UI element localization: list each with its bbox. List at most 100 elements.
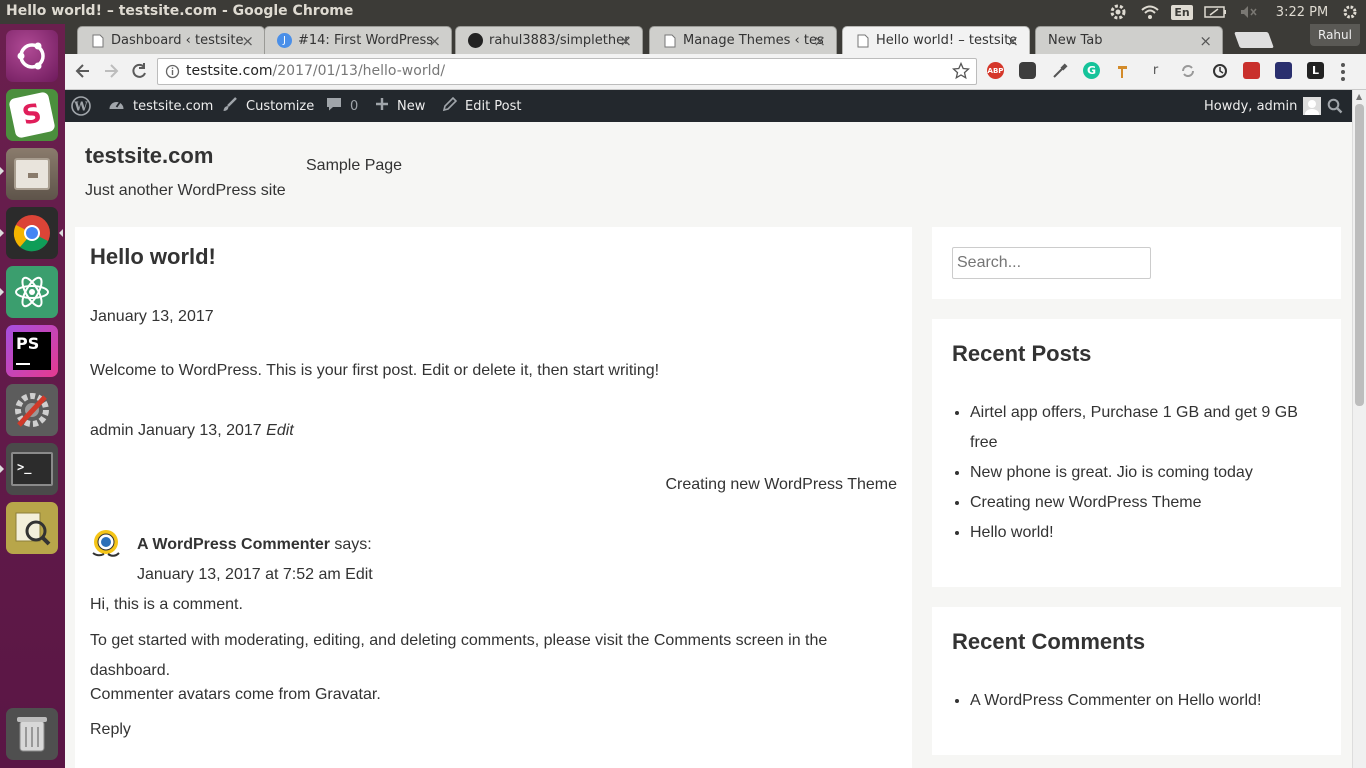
- eyedropper-icon[interactable]: [1051, 62, 1068, 79]
- comment-edit-link[interactable]: Edit: [345, 566, 373, 583]
- profile-button[interactable]: Rahul: [1310, 24, 1360, 46]
- adminbar-comments[interactable]: 0: [326, 90, 358, 122]
- close-icon[interactable]: ×: [428, 32, 441, 50]
- slack-icon[interactable]: S: [6, 89, 58, 141]
- comment-line-2: To get started with moderating, editing,…: [90, 632, 828, 679]
- svg-text:W: W: [73, 100, 88, 114]
- tools-icon[interactable]: [1115, 62, 1132, 79]
- clock-extension-icon[interactable]: [1211, 62, 1228, 79]
- back-icon[interactable]: [73, 61, 93, 85]
- forward-icon[interactable]: [101, 61, 121, 85]
- comment-says: says:: [334, 536, 372, 553]
- chrome-toolbar: testsite.com/2017/01/13/hello-world/ ABP…: [65, 54, 1366, 90]
- recent-post-item[interactable]: Hello world!: [970, 518, 1310, 548]
- comment-meta: January 13, 2017 at 7:52 am Edit: [137, 566, 373, 584]
- system-settings-icon[interactable]: [6, 384, 58, 436]
- window-title: Hello world! – testsite.com - Google Chr…: [6, 3, 354, 19]
- adminbar-search-icon[interactable]: [1327, 90, 1343, 122]
- ubuntu-icon[interactable]: [6, 30, 58, 82]
- chrome-menu-icon[interactable]: [1341, 63, 1345, 81]
- page-scrollbar[interactable]: ▲: [1352, 90, 1366, 768]
- nav-sample-page[interactable]: Sample Page: [306, 157, 402, 175]
- recent-comment-author[interactable]: A WordPress Commenter: [970, 692, 1151, 709]
- adblock-plus-icon[interactable]: ABP: [987, 62, 1004, 79]
- l-extension-icon[interactable]: L: [1307, 62, 1324, 79]
- main-content: Hello world! January 13, 2017 Welcome to…: [75, 227, 912, 768]
- recent-comment-post[interactable]: Hello world!: [1178, 692, 1262, 709]
- post-meta-date[interactable]: January 13, 2017: [138, 422, 262, 439]
- bookmark-star-icon[interactable]: [951, 61, 971, 84]
- brush-icon: [222, 96, 238, 116]
- red-bookmark-icon[interactable]: [1243, 62, 1260, 79]
- tab-manage-themes[interactable]: Manage Themes ‹ testsite ×: [649, 26, 837, 54]
- close-icon[interactable]: ×: [1199, 32, 1212, 50]
- next-post-link[interactable]: Creating new WordPress Theme: [665, 476, 897, 494]
- recent-post-item[interactable]: Creating new WordPress Theme: [970, 488, 1310, 518]
- close-icon[interactable]: ×: [619, 32, 632, 50]
- dashboard-gauge-icon: [108, 97, 125, 116]
- page-content: W testsite.com Customize 0 New Edit Post…: [65, 90, 1352, 768]
- tab-dashboard[interactable]: Dashboard ‹ testsite ×: [77, 26, 265, 54]
- trash-icon[interactable]: [6, 708, 58, 760]
- recent-post-item[interactable]: New phone is great. Jio is coming today: [970, 458, 1310, 488]
- post-body: Welcome to WordPress. This is your first…: [90, 362, 660, 379]
- github-icon: [468, 33, 483, 48]
- grammarly-icon[interactable]: G: [1083, 62, 1100, 79]
- post-meta: admin January 13, 2017 Edit: [90, 422, 294, 440]
- recent-comment-item: A WordPress Commenter on Hello world!: [970, 686, 1330, 716]
- close-icon[interactable]: ×: [813, 32, 826, 50]
- battery-icon[interactable]: [1203, 0, 1229, 24]
- adminbar-customize[interactable]: Customize: [222, 90, 314, 122]
- keyboard-layout-indicator[interactable]: En: [1171, 0, 1193, 24]
- r-extension-icon[interactable]: r: [1147, 62, 1164, 79]
- terminal-icon[interactable]: >_: [6, 443, 58, 495]
- info-icon[interactable]: [165, 64, 180, 83]
- session-gear-icon[interactable]: [1338, 0, 1362, 24]
- ubuntu-top-panel: Hello world! – testsite.com - Google Chr…: [0, 0, 1366, 24]
- chrome-icon[interactable]: [6, 207, 58, 259]
- scroll-up-icon[interactable]: ▲: [1356, 92, 1362, 101]
- tab-first-wordpress[interactable]: J #14: First WordPress ×: [264, 26, 452, 54]
- comment-bubble-icon: [326, 96, 342, 116]
- recent-post-item[interactable]: Airtel app offers, Purchase 1 GB and get…: [970, 398, 1310, 458]
- refresh-extension-icon[interactable]: [1179, 62, 1196, 79]
- new-tab-button[interactable]: [1234, 32, 1274, 48]
- flag-extension-icon[interactable]: [1275, 62, 1292, 79]
- files-icon[interactable]: [6, 148, 58, 200]
- wordpress-logo-icon[interactable]: W: [71, 90, 91, 122]
- post-edit-link[interactable]: Edit: [266, 422, 294, 439]
- post-title[interactable]: Hello world!: [90, 244, 216, 270]
- adminbar-my-account[interactable]: Howdy, admin: [1204, 90, 1322, 122]
- scrollbar-thumb[interactable]: [1355, 104, 1364, 406]
- search-app-icon[interactable]: [6, 502, 58, 554]
- comment-author[interactable]: A WordPress Commenter: [137, 536, 330, 553]
- recent-comments-title: Recent Comments: [952, 629, 1146, 654]
- adminbar-new[interactable]: New: [375, 90, 425, 122]
- volume-muted-icon[interactable]: [1238, 0, 1260, 24]
- running-indicator: [0, 167, 4, 175]
- wifi-icon[interactable]: [1138, 0, 1162, 24]
- reload-icon[interactable]: [129, 61, 149, 85]
- comment-header: A WordPress Commenter says:: [137, 536, 372, 554]
- comment-date[interactable]: January 13, 2017 at 7:52 am: [137, 566, 341, 583]
- tab-github-simpletheme[interactable]: rahul3883/simpletheme ×: [455, 26, 643, 54]
- close-icon[interactable]: ×: [1006, 32, 1019, 50]
- close-icon[interactable]: ×: [241, 32, 254, 50]
- post-author[interactable]: admin: [90, 422, 134, 439]
- recent-comment-on: on: [1155, 692, 1174, 709]
- adminbar-site-link[interactable]: testsite.com: [108, 90, 213, 122]
- phpstorm-icon[interactable]: PS: [6, 325, 58, 377]
- tab-hello-world[interactable]: Hello world! – testsite ×: [842, 26, 1030, 54]
- pocket-icon[interactable]: [1019, 62, 1036, 79]
- site-title[interactable]: testsite.com: [85, 143, 213, 169]
- adminbar-edit-post[interactable]: Edit Post: [442, 90, 522, 122]
- settings-gear-tray-icon[interactable]: [1106, 0, 1130, 24]
- page-icon: [662, 33, 677, 48]
- comment-reply-link[interactable]: Reply: [90, 721, 131, 739]
- address-bar[interactable]: testsite.com/2017/01/13/hello-world/: [157, 58, 977, 85]
- atom-icon[interactable]: [6, 266, 58, 318]
- clock[interactable]: 3:22 PM: [1270, 0, 1334, 24]
- recent-posts-widget: Recent Posts Airtel app offers, Purchase…: [932, 319, 1341, 587]
- search-input[interactable]: [952, 247, 1151, 279]
- tab-new-tab[interactable]: New Tab ×: [1035, 26, 1223, 54]
